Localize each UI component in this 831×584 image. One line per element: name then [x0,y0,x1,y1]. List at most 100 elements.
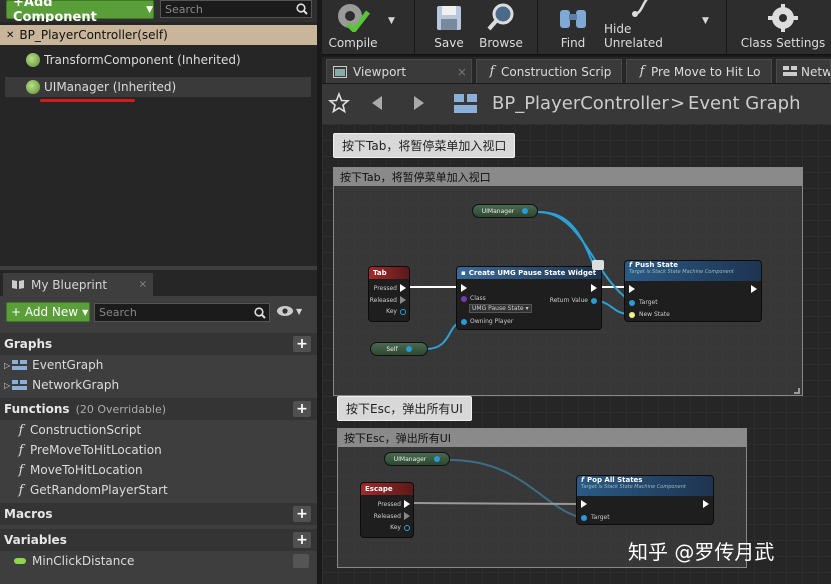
macros-section-header[interactable]: Macros + [0,503,317,525]
node-title: Escape [365,485,393,493]
function-icon: f [18,462,24,478]
pin-label: Target [639,299,658,306]
tab-viewport[interactable]: Viewport × [326,59,472,83]
tab-pre-move-to-hit-location[interactable]: f Pre Move to Hit Lo [626,59,772,83]
pop-all-states-node[interactable]: f Pop All States Target is Stack State Ma… [576,475,714,525]
add-component-button[interactable]: +Add Component ▼ [6,0,154,25]
tab-my-blueprint[interactable]: My Blueprint × [3,273,153,296]
components-search-input[interactable]: Search [160,0,312,18]
struct-pin-icon[interactable] [404,524,410,531]
toolbar-separator [537,0,538,55]
breadcrumb-blueprint[interactable]: BP_PlayerController [492,93,669,114]
browse-button[interactable]: Browse [476,0,526,55]
function-item[interactable]: f GetRandomPlayerStart [0,480,317,500]
node-subtitle: Target is Stack State Machine Component [629,269,734,275]
event-graph-canvas[interactable]: 按下Tab，将暂停菜单加入视口 按下Tab，将暂停菜单加入视口 UIManage… [322,124,831,584]
hide-unrelated-button[interactable]: Hide Unrelated [604,0,686,55]
tab-label: Netw [801,64,831,79]
compile-button[interactable]: Compile [326,0,380,55]
class-pin-icon[interactable] [461,295,467,302]
resize-handle-icon[interactable] [794,388,800,394]
struct-pin-icon[interactable] [400,308,406,315]
output-pin-icon[interactable] [405,346,412,352]
exec-in-pin-icon[interactable] [461,284,467,292]
exec-pin-icon[interactable] [400,284,406,292]
component-label: TransformComponent (Inherited) [44,53,241,67]
close-icon[interactable]: × [457,65,467,79]
function-item[interactable]: f MoveToHitLocation [0,460,317,480]
blueprint-search-placeholder: Search [99,306,137,319]
graph-label: EventGraph [32,358,104,372]
expand-arrow-icon[interactable]: ▷ [4,361,10,370]
exec-pin-icon[interactable] [404,500,410,508]
back-arrow-icon[interactable] [368,94,386,112]
var-node-label: UIManager [481,207,515,215]
graphs-section-header[interactable]: Graphs + [0,333,317,355]
tab-network-graph[interactable]: Netw [776,59,831,83]
graph-item-eventgraph[interactable]: ▷ EventGraph [0,355,317,375]
add-macro-button[interactable]: + [293,506,311,522]
push-state-node[interactable]: f Push State Target is Stack State Machin… [624,260,762,322]
output-pin-icon[interactable] [434,456,441,462]
add-function-button[interactable]: + [293,401,311,417]
class-select[interactable]: UMG Pause State ▾ [469,304,532,313]
uimanager-get-node[interactable]: UIManager [384,452,450,466]
function-item[interactable]: f PreMoveToHitLocation [0,440,317,460]
tab-construction-script[interactable]: f Construction Scrip [476,59,622,83]
component-row-transform[interactable]: TransformComponent (Inherited) [0,50,317,70]
exec-out-pin-icon[interactable] [751,285,757,293]
pin-label: Class [470,295,486,302]
owning-player-pin-row: Owning Player [461,318,513,325]
uimanager-get-node[interactable]: UIManager [472,204,538,218]
exec-out-pin-icon[interactable] [703,500,709,508]
hide-unrelated-dropdown-icon[interactable]: ▼ [702,16,709,26]
view-options-button[interactable]: ▼ [276,305,302,317]
variable-item[interactable]: MinClickDistance [0,551,317,571]
binoculars-icon [557,4,589,32]
add-graph-button[interactable]: + [293,336,311,352]
class-settings-label: Class Settings [740,36,826,50]
self-node[interactable]: Self [370,342,428,356]
object-pin-icon[interactable] [591,297,597,304]
function-item[interactable]: f ConstructionScript [0,420,317,440]
class-settings-button[interactable]: Class Settings [740,0,826,55]
save-button[interactable]: Save [426,0,472,55]
exec-in-pin-icon[interactable] [629,285,635,293]
exec-in-pin-icon[interactable] [581,500,587,508]
node-title: Create UMG Pause State Widget [468,269,597,277]
component-row-uimanager[interactable]: UIManager (Inherited) [5,77,311,97]
create-widget-node[interactable]: ▪ Create UMG Pause State Widget Class UMG… [456,266,602,330]
components-search-placeholder: Search [165,2,203,16]
add-new-button[interactable]: + Add New ▼ [6,302,90,322]
component-row-self[interactable]: ✕ BP_PlayerController(self) [0,25,317,45]
star-icon[interactable] [328,92,350,114]
tab-key-event-node[interactable]: Tab Pressed Released Key [368,266,410,322]
variables-section-header[interactable]: Variables + [0,529,317,551]
expand-arrow-icon[interactable]: ▷ [4,381,10,390]
close-icon[interactable]: × [139,279,147,290]
object-pin-icon[interactable] [629,311,635,318]
output-pin-icon[interactable] [522,208,529,214]
compile-dropdown-icon[interactable]: ▼ [388,16,395,26]
object-pin-icon[interactable] [461,318,467,325]
exec-pin-icon[interactable] [400,296,406,304]
visibility-eye-icon[interactable] [293,554,309,568]
comment-bubble: 按下Esc，弹出所有UI [337,396,472,421]
exec-out-pin-icon[interactable] [591,284,597,292]
find-button[interactable]: Find [550,0,596,55]
forward-arrow-icon[interactable] [410,94,428,112]
blueprint-search-input[interactable]: Search [94,303,270,322]
graph-item-networkgraph[interactable]: ▷ NetworkGraph [0,375,317,395]
exec-pin-icon[interactable] [404,512,410,520]
escape-key-event-node[interactable]: Escape Pressed Released Key [360,482,414,538]
function-label: PreMoveToHitLocation [30,443,162,457]
breadcrumb-graph[interactable]: Event Graph [688,93,801,114]
functions-section-header[interactable]: Functions (20 Overridable) + [0,398,317,420]
var-node-label: Self [386,345,398,353]
pin-label: Return Value [549,297,588,304]
key-pin-row: Key [390,524,410,531]
object-pin-icon[interactable] [581,514,587,521]
object-pin-icon[interactable] [629,299,635,306]
add-variable-button[interactable]: + [293,532,311,548]
breadcrumb-separator: > [670,93,686,114]
